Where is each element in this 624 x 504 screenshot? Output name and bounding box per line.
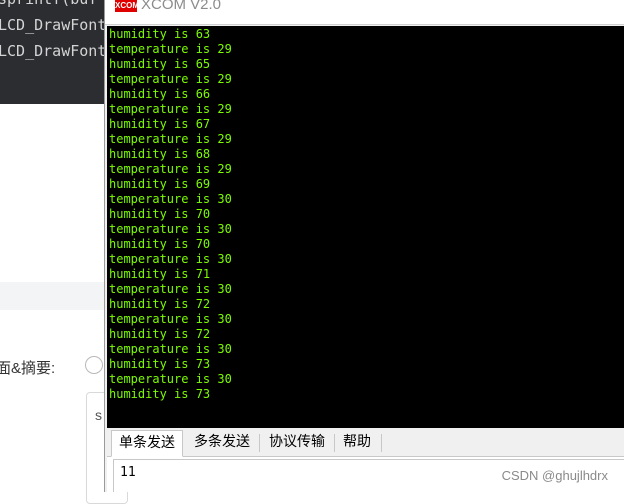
tab-separator (259, 434, 260, 452)
receive-line: temperature is 30 (109, 222, 232, 236)
receive-line: temperature is 30 (109, 252, 232, 266)
tab-separator (334, 434, 335, 452)
receive-line: humidity is 67 (109, 117, 211, 131)
receive-area[interactable]: humidity is 63 temperature is 29 humidity … (107, 26, 624, 428)
receive-line: humidity is 69 (109, 177, 211, 191)
code-line: sprintf(buf (0, 0, 97, 8)
receive-line: humidity is 68 (109, 147, 211, 161)
receive-line: humidity is 70 (109, 207, 211, 221)
receive-line: temperature is 29 (109, 42, 232, 56)
send-mode-tabs: 单条发送 多条发送 协议传输 帮助 (107, 430, 624, 457)
receive-line: humidity is 65 (109, 57, 211, 71)
receive-line: temperature is 30 (109, 342, 232, 356)
code-line: LCD_DrawFont (0, 42, 107, 60)
receive-line: temperature is 29 (109, 72, 232, 86)
receive-line: humidity is 70 (109, 237, 211, 251)
receive-line: humidity is 72 (109, 297, 211, 311)
summary-input-text: s (95, 407, 102, 423)
receive-line: temperature is 30 (109, 372, 232, 386)
xcom-logo-icon: XCOM (115, 0, 139, 12)
summary-label: 面&摘要: (0, 360, 56, 377)
receive-line: humidity is 66 (109, 87, 211, 101)
receive-line: humidity is 73 (109, 357, 211, 371)
window-title: XCOM V2.0 (141, 0, 222, 13)
summary-radio-button[interactable] (85, 356, 103, 374)
watermark: CSDN @ghujlhdrx (501, 468, 608, 483)
receive-line: temperature is 30 (109, 192, 232, 206)
tab-help[interactable]: 帮助 (337, 430, 377, 455)
tab-single-send[interactable]: 单条发送 (111, 430, 183, 457)
xcom-window: XCOM XCOM V2.0 humidity is 63 temperature… (104, 0, 624, 492)
receive-line: temperature is 29 (109, 162, 232, 176)
receive-line: temperature is 30 (109, 282, 232, 296)
receive-line: humidity is 63 (109, 27, 211, 41)
tab-separator (381, 434, 382, 452)
send-input-value: 11 (120, 465, 136, 480)
receive-line: humidity is 71 (109, 267, 211, 281)
receive-line: temperature is 29 (109, 102, 232, 116)
receive-line: humidity is 72 (109, 327, 211, 341)
tab-multi-send[interactable]: 多条发送 (187, 430, 257, 455)
title-bar[interactable]: XCOM XCOM V2.0 (105, 0, 624, 25)
code-line: LCD_DrawFont (0, 16, 107, 34)
tab-protocol-transfer[interactable]: 协议传输 (262, 430, 332, 455)
receive-line: humidity is 73 (109, 387, 211, 401)
receive-line: temperature is 29 (109, 132, 232, 146)
background-section-divider (0, 282, 104, 310)
receive-line: temperature is 30 (109, 312, 232, 326)
